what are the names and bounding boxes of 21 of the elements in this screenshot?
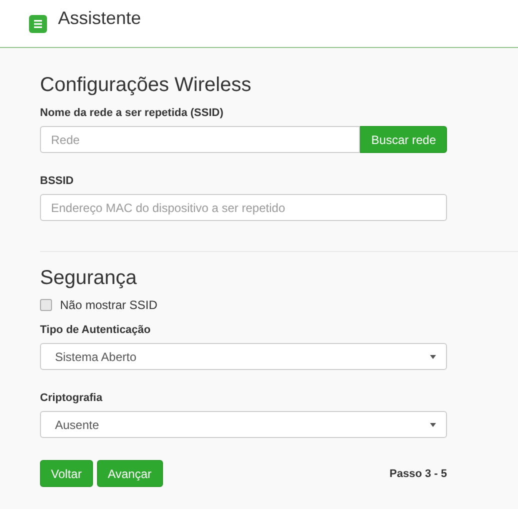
- menu-icon: [34, 20, 42, 28]
- field-label: Nome da rede a ser repetida (SSID): [40, 107, 224, 119]
- caret-icon: [430, 354, 436, 358]
- input-field[interactable]: Rede: [40, 126, 360, 153]
- menu-button[interactable]: [29, 14, 47, 32]
- field-label: Tipo de Autenticação: [40, 324, 152, 336]
- section-heading: Configurações Wireless: [40, 74, 252, 97]
- page-title: Assistente: [58, 8, 142, 29]
- caret-icon: [430, 422, 436, 426]
- search-network-button[interactable]: Buscar rede: [360, 126, 447, 153]
- field-label: BSSID: [40, 175, 75, 187]
- field-label: Criptografia: [40, 392, 104, 404]
- step-indicator: Passo 3 - 5: [390, 468, 447, 480]
- checkbox[interactable]: [40, 299, 52, 311]
- checkbox-label: Não mostrar SSID: [60, 298, 158, 312]
- input-field[interactable]: Endereço MAC do dispositivo a ser repetido: [40, 194, 447, 221]
- dropdown[interactable]: Sistema Aberto: [40, 343, 447, 370]
- next-button[interactable]: Avançar: [96, 460, 162, 487]
- dropdown[interactable]: Ausente: [40, 411, 447, 438]
- section-heading: Segurança: [40, 267, 138, 290]
- back-button[interactable]: Voltar: [40, 460, 93, 487]
